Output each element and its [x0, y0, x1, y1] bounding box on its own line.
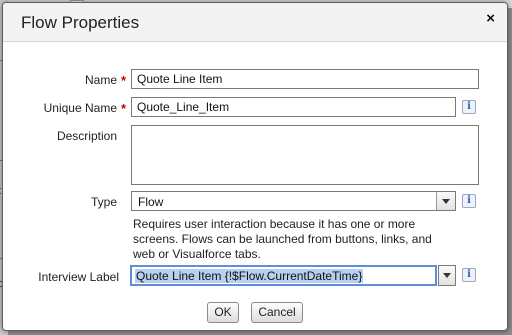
ok-button[interactable]: OK [207, 302, 239, 323]
interview-label-label: Interview Label [38, 270, 119, 284]
type-dropdown-button[interactable] [436, 192, 455, 210]
dialog-titlebar: Flow Properties × [3, 3, 507, 42]
description-label: Description [56, 129, 117, 143]
interview-label-selected-text: Quote Line Item {!$Flow.CurrentDateTime} [135, 269, 364, 283]
interview-label-dropdown-button[interactable] [438, 265, 456, 286]
interview-label-input[interactable]: Quote Line Item {!$Flow.CurrentDateTime} [130, 265, 437, 286]
chevron-down-icon [443, 273, 451, 278]
unique-name-input[interactable]: Quote_Line_Item [131, 97, 456, 117]
type-selected-value: Flow [138, 195, 164, 209]
name-input[interactable]: Quote Line Item [131, 69, 479, 89]
info-icon[interactable]: i [462, 194, 476, 208]
chevron-down-icon [442, 199, 450, 204]
cancel-button[interactable]: Cancel [251, 302, 303, 323]
unique-name-label: Unique Name [43, 101, 117, 115]
close-icon[interactable]: × [486, 11, 495, 27]
type-select[interactable]: Flow [131, 191, 456, 211]
dialog-title: Flow Properties [21, 13, 140, 32]
type-label: Type [90, 195, 117, 209]
required-marker: * [121, 73, 127, 88]
description-textarea[interactable] [131, 125, 479, 185]
type-help-text: Requires user interaction because it has… [133, 217, 432, 261]
background-text: t [0, 185, 1, 197]
info-icon[interactable]: i [462, 100, 476, 114]
required-marker: * [121, 101, 127, 116]
name-label: Name [84, 73, 117, 87]
info-icon[interactable]: i [462, 268, 476, 282]
flow-properties-dialog: Flow Properties × Name * Quote Line Item… [2, 2, 508, 331]
